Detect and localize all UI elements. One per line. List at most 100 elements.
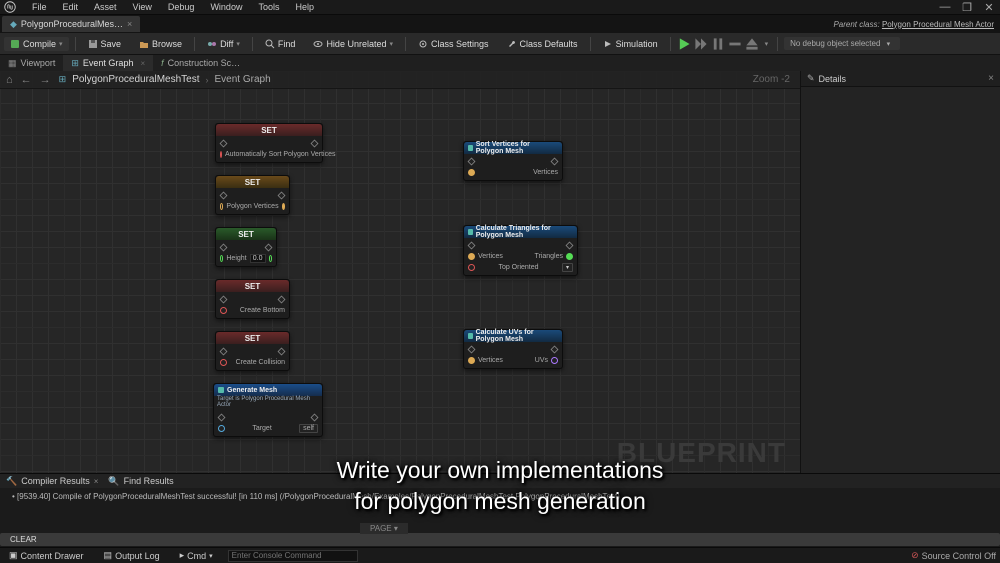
exec-out-pin[interactable] [551, 158, 559, 166]
exec-out-pin[interactable] [278, 192, 286, 200]
debug-object-select[interactable]: No debug object selected ▾ [784, 37, 900, 50]
top-oriented-pin[interactable] [468, 264, 475, 271]
exec-out-pin[interactable] [311, 414, 319, 422]
node-set-height[interactable]: SET Height [215, 227, 277, 267]
vertices-in-pin[interactable] [468, 253, 475, 260]
menu-asset[interactable]: Asset [86, 2, 125, 12]
node-set-create-bottom[interactable]: SET Create Bottom [215, 279, 290, 319]
menu-tools[interactable]: Tools [250, 2, 287, 12]
uvs-out-pin[interactable] [551, 357, 558, 364]
input-pin[interactable] [220, 203, 223, 210]
exec-in-pin[interactable] [218, 414, 226, 422]
menu-file[interactable]: File [24, 2, 55, 12]
exec-in-pin[interactable] [468, 242, 476, 250]
close-icon[interactable]: × [988, 73, 994, 84]
output-pin[interactable] [282, 203, 285, 210]
minimize-button[interactable]: — [938, 1, 952, 14]
details-panel: ✎ Details × [800, 71, 1000, 473]
class-settings-button[interactable]: Class Settings [412, 37, 495, 51]
find-button[interactable]: Find [259, 37, 302, 51]
browse-button[interactable]: Browse [133, 37, 188, 51]
parent-class-link[interactable]: Polygon Procedural Mesh Actor [882, 20, 994, 29]
exec-in-pin[interactable] [468, 346, 476, 354]
triangles-out-pin[interactable] [566, 253, 573, 260]
save-button[interactable]: Save [82, 37, 128, 51]
top-oriented-dropdown[interactable]: ▾ [562, 263, 573, 272]
input-pin[interactable] [220, 307, 227, 314]
node-set-auto-sort[interactable]: SET Automatically Sort Polygon Vertices [215, 123, 323, 163]
tab-compiler-results[interactable]: 🔨 Compiler Results × [6, 476, 98, 487]
vertices-in-pin[interactable] [468, 169, 475, 176]
menu-edit[interactable]: Edit [55, 2, 87, 12]
tab-find-results[interactable]: 🔍 Find Results [108, 476, 173, 487]
blueprint-watermark: BLUEPRINT [617, 437, 786, 469]
document-tab-row: ◆ PolygonProceduralMes… × Parent class: … [0, 15, 1000, 33]
output-log-button[interactable]: ▤ Output Log [99, 549, 165, 562]
simulation-button[interactable]: Simulation [597, 37, 664, 51]
breadcrumb-graph[interactable]: Event Graph [215, 74, 271, 85]
exec-out-pin[interactable] [278, 348, 286, 356]
clear-button[interactable]: CLEAR [0, 533, 1000, 546]
tab-construction-script[interactable]: f Construction Sc… [153, 55, 248, 71]
exec-out-pin[interactable] [566, 242, 574, 250]
node-set-create-collision[interactable]: SET Create Collision [215, 331, 290, 371]
diff-button[interactable]: Diff ▾ [201, 37, 246, 51]
node-sort-vertices[interactable]: Sort Vertices for Polygon Mesh Vertices [463, 141, 563, 181]
source-control-button[interactable]: ⊘ Source Control Off [911, 550, 996, 561]
menu-view[interactable]: View [125, 2, 160, 12]
document-tab[interactable]: ◆ PolygonProceduralMes… × [2, 16, 140, 32]
exec-in-pin[interactable] [220, 348, 228, 356]
output-pin[interactable] [269, 255, 272, 262]
node-set-vertices[interactable]: SET Polygon Vertices [215, 175, 290, 215]
exec-in-pin[interactable] [220, 140, 228, 148]
exec-in-pin[interactable] [220, 192, 228, 200]
hide-unrelated-button[interactable]: Hide Unrelated ▾ [307, 37, 399, 51]
tab-event-graph[interactable]: ⊞ Event Graph × [63, 55, 153, 71]
exec-out-pin[interactable] [551, 346, 559, 354]
details-title: Details [819, 74, 847, 84]
pause-button[interactable] [711, 37, 725, 51]
exec-in-pin[interactable] [220, 296, 228, 304]
step-button[interactable] [728, 37, 742, 51]
node-calculate-uvs[interactable]: Calculate UVs for Polygon Mesh VerticesU… [463, 329, 563, 369]
target-pin[interactable] [218, 425, 225, 432]
maximize-button[interactable]: ❐ [960, 1, 974, 14]
window-controls: — ❐ ✕ [938, 1, 996, 14]
nav-forward-icon[interactable]: → [38, 74, 53, 86]
menu-help[interactable]: Help [287, 2, 322, 12]
input-pin[interactable] [220, 359, 227, 366]
input-pin[interactable] [220, 151, 222, 158]
class-defaults-button[interactable]: Class Defaults [501, 37, 584, 51]
chevron-down-icon[interactable]: ▾ [762, 40, 772, 48]
chevron-down-icon: ▾ [209, 552, 213, 560]
menu-window[interactable]: Window [202, 2, 250, 12]
exec-out-pin[interactable] [278, 296, 286, 304]
height-input[interactable] [250, 254, 266, 263]
page-dropdown[interactable]: PAGE ▾ [360, 523, 408, 534]
close-icon[interactable]: × [140, 59, 145, 68]
event-graph-canvas[interactable]: ⌂ ← → ⊞ PolygonProceduralMeshTest › Even… [0, 71, 800, 473]
eject-button[interactable] [745, 37, 759, 51]
close-button[interactable]: ✕ [982, 1, 996, 14]
close-icon[interactable]: × [127, 19, 132, 29]
content-drawer-button[interactable]: ▣ Content Drawer [4, 549, 89, 562]
compile-button[interactable]: Compile ▾ [4, 37, 69, 51]
tab-viewport[interactable]: ▦ Viewport [0, 55, 63, 71]
play-button[interactable] [677, 37, 691, 51]
nav-home-icon[interactable]: ⌂ [4, 74, 15, 86]
cmd-dropdown[interactable]: ▸ Cmd ▾ [175, 549, 218, 562]
console-command-input[interactable] [228, 550, 358, 562]
input-pin[interactable] [220, 255, 223, 262]
exec-in-pin[interactable] [468, 158, 476, 166]
breadcrumb-asset[interactable]: PolygonProceduralMeshTest [72, 74, 199, 85]
vertices-in-pin[interactable] [468, 357, 475, 364]
close-icon[interactable]: × [94, 477, 99, 486]
nav-back-icon[interactable]: ← [19, 74, 34, 86]
skip-button[interactable] [694, 37, 708, 51]
node-generate-mesh[interactable]: Generate Mesh Target is Polygon Procedur… [213, 383, 323, 437]
node-calculate-triangles[interactable]: Calculate Triangles for Polygon Mesh Ver… [463, 225, 578, 276]
exec-in-pin[interactable] [220, 244, 228, 252]
menu-debug[interactable]: Debug [160, 2, 203, 12]
exec-out-pin[interactable] [311, 140, 319, 148]
exec-out-pin[interactable] [265, 244, 273, 252]
